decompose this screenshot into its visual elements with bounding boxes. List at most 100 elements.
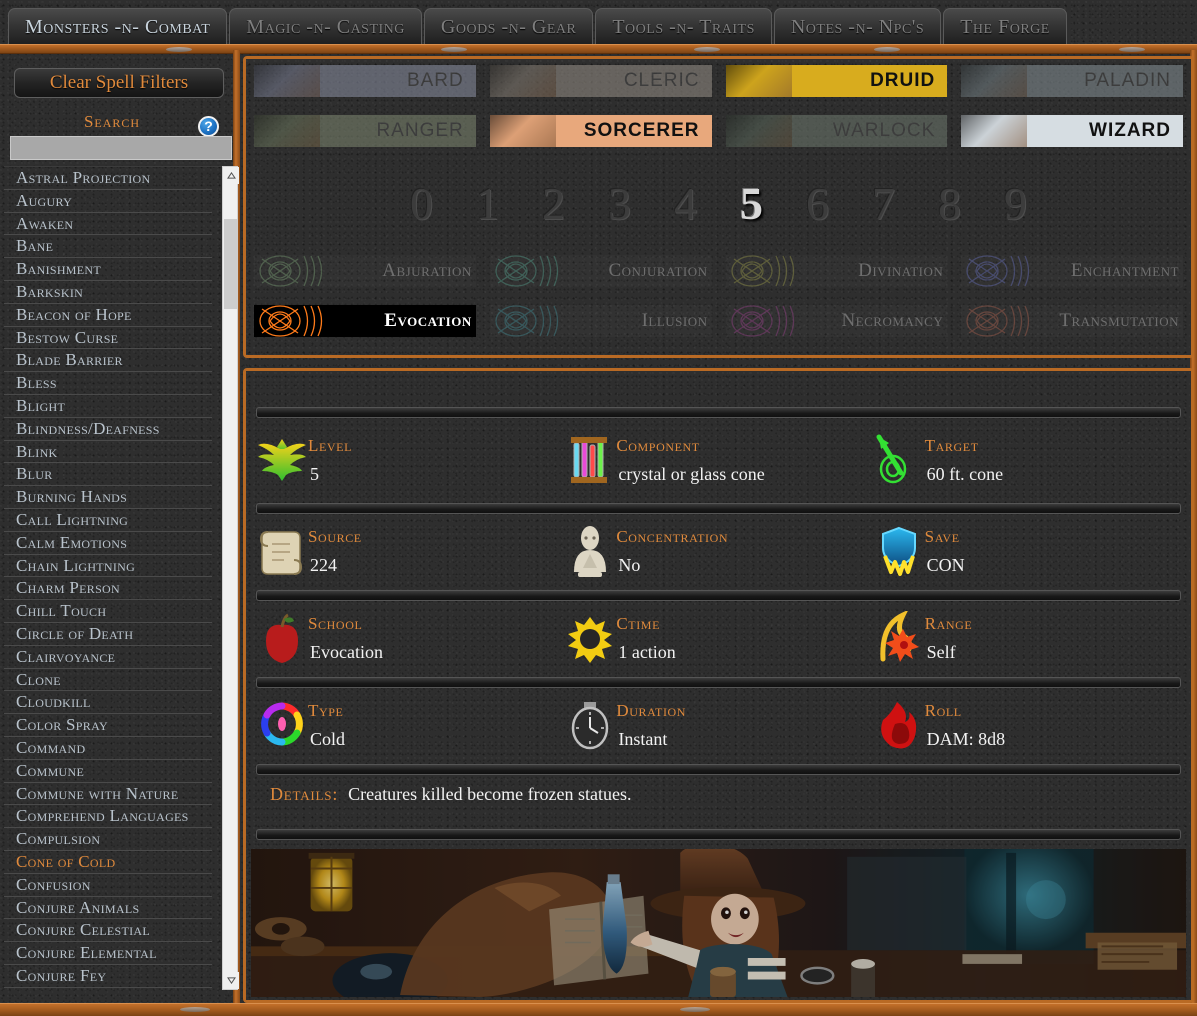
- spell-level-filter-1[interactable]: 1: [473, 177, 503, 230]
- spell-list-item[interactable]: Command: [4, 737, 212, 760]
- spell-list-item[interactable]: Comprehend Languages: [4, 805, 212, 829]
- spell-list-item[interactable]: Barkskin: [4, 281, 212, 304]
- spell-list-item[interactable]: Circle of Death: [4, 623, 212, 646]
- spell-list-item[interactable]: Conjure Celestial: [4, 919, 212, 943]
- divider: [256, 677, 1181, 688]
- tab-the-forge[interactable]: The Forge: [943, 8, 1067, 46]
- class-filter-bard[interactable]: BARD: [254, 65, 476, 97]
- school-filter-evocation[interactable]: Evocation: [254, 305, 476, 337]
- spell-list-item[interactable]: Charm Person: [4, 577, 212, 601]
- clear-spell-filters-button[interactable]: Clear Spell Filters: [14, 68, 224, 98]
- school-filter-label: Necromancy: [841, 310, 944, 331]
- class-filter-row-2: RANGER SORCERER WARLOCK WIZARD: [254, 115, 1183, 147]
- spell-list: Astral Projection Augury Awaken Bane Banishm…: [4, 167, 212, 988]
- school-filter-illusion[interactable]: Illusion: [490, 305, 712, 337]
- question-mark-icon[interactable]: ?: [198, 116, 219, 137]
- attribute-label: Duration: [616, 701, 687, 720]
- class-filter-wizard[interactable]: WIZARD: [961, 115, 1183, 147]
- spell-list-item[interactable]: Astral Projection: [4, 167, 212, 190]
- school-filter-transmutation[interactable]: Transmutation: [961, 305, 1183, 337]
- spell-level-filter-2[interactable]: 2: [539, 177, 569, 230]
- spell-level-filter-5[interactable]: 5: [737, 177, 767, 230]
- spell-list-item[interactable]: Blindness/Deafness: [4, 418, 212, 441]
- scrollbar-thumb[interactable]: [224, 219, 238, 309]
- spell-list-item[interactable]: Burning Hands: [4, 486, 212, 509]
- spell-list-item[interactable]: Commune: [4, 760, 212, 783]
- divider: [256, 829, 1181, 840]
- tab-magic-n-casting[interactable]: Magic -n- Casting: [229, 8, 422, 46]
- school-filter-conjuration[interactable]: Conjuration: [490, 255, 712, 287]
- scroll-up-arrow-icon[interactable]: [223, 167, 239, 184]
- rail-rivet: [180, 1007, 210, 1012]
- tab-goods-n-gear[interactable]: Goods -n- Gear: [423, 8, 594, 46]
- spell-list-item[interactable]: Conjure Elemental: [4, 942, 212, 965]
- class-filter-row-1: BARD CLERIC DRUID PALADIN: [254, 65, 1183, 97]
- spell-list-item[interactable]: Cloudkill: [4, 691, 212, 715]
- class-filter-warlock[interactable]: WARLOCK: [725, 115, 948, 147]
- spell-level-filter-0[interactable]: 0: [407, 177, 437, 230]
- spell-list-item[interactable]: Call Lightning: [4, 509, 212, 532]
- spell-level-filter-3[interactable]: 3: [605, 177, 635, 230]
- school-sigil-icon: [254, 255, 326, 287]
- spell-list-item[interactable]: Compulsion: [4, 828, 212, 851]
- school-filter-label: Enchantment: [1070, 260, 1179, 281]
- spell-list-item[interactable]: Bane: [4, 235, 212, 259]
- spell-list-item[interactable]: Conjure Animals: [4, 897, 212, 920]
- spell-list-item[interactable]: Augury: [4, 190, 212, 213]
- spell-level-filter-7[interactable]: 7: [869, 177, 899, 230]
- class-filter-ranger[interactable]: RANGER: [254, 115, 476, 147]
- rail-rivet: [441, 47, 467, 52]
- attribute-label: Type: [308, 701, 344, 720]
- tab-notes-n-npc-s[interactable]: Notes -n- Npc's: [773, 8, 942, 46]
- spell-level-filter-9[interactable]: 9: [1001, 177, 1031, 230]
- spell-list-item[interactable]: Confusion: [4, 874, 212, 897]
- spell-list-item[interactable]: Awaken: [4, 213, 212, 236]
- spell-list-item[interactable]: Calm Emotions: [4, 532, 212, 555]
- spell-list-item[interactable]: Conjure Fey: [4, 965, 212, 988]
- spell-list-item[interactable]: Cone of Cold: [4, 851, 212, 874]
- attribute-row: School Evocation Ctime 1 action Range Self: [256, 601, 1181, 677]
- search-input[interactable]: [10, 136, 232, 160]
- school-filter-enchantment[interactable]: Enchantment: [961, 255, 1183, 287]
- dart-target-icon: [873, 433, 925, 489]
- attribute-roll: Roll DAM: 8d8: [873, 688, 1181, 764]
- tab-monsters-n-combat[interactable]: Monsters -n- Combat: [8, 8, 228, 46]
- spell-list-item[interactable]: Clone: [4, 669, 212, 692]
- spell-level-filter-8[interactable]: 8: [935, 177, 965, 230]
- class-filter-label: WARLOCK: [832, 120, 936, 141]
- spell-list-item[interactable]: Banishment: [4, 258, 212, 281]
- school-filter-necromancy[interactable]: Necromancy: [726, 305, 948, 337]
- class-filter-cleric[interactable]: CLERIC: [489, 65, 712, 97]
- attribute-label: Level: [308, 436, 353, 455]
- spell-list-item[interactable]: Blade Barrier: [4, 349, 212, 373]
- spell-level-filter-4[interactable]: 4: [671, 177, 701, 230]
- class-filter-sorcerer[interactable]: SORCERER: [489, 115, 712, 147]
- spell-list-item[interactable]: Blight: [4, 395, 212, 418]
- spell-level-filter-6[interactable]: 6: [803, 177, 833, 230]
- spell-list-scroll-area[interactable]: Astral Projection Augury Awaken Bane Banishm…: [4, 166, 228, 990]
- spell-list-item[interactable]: Bless: [4, 372, 212, 395]
- spell-list-item[interactable]: Clairvoyance: [4, 646, 212, 669]
- spell-list-scrollbar[interactable]: [222, 166, 239, 990]
- spell-list-item[interactable]: Blink: [4, 441, 212, 464]
- tab-list: Monsters -n- Combat Magic -n- Casting Good…: [8, 8, 1067, 46]
- class-filter-paladin[interactable]: PALADIN: [961, 65, 1183, 97]
- class-portrait-thumbnail: [254, 65, 320, 97]
- spell-list-item[interactable]: Commune with Nature: [4, 783, 212, 806]
- spell-list-item[interactable]: Chain Lightning: [4, 555, 212, 578]
- school-sigil-icon: [254, 305, 326, 337]
- school-filter-divination[interactable]: Divination: [726, 255, 948, 287]
- spell-list-item[interactable]: Bestow Curse: [4, 327, 212, 350]
- spell-list-item[interactable]: Color Spray: [4, 714, 212, 737]
- attribute-label: Target: [924, 436, 979, 455]
- tab-tools-n-traits[interactable]: Tools -n- Traits: [595, 8, 772, 46]
- scroll-down-arrow-icon[interactable]: [223, 972, 239, 989]
- spell-list-item[interactable]: Chill Touch: [4, 600, 212, 623]
- spell-list-item[interactable]: Blur: [4, 463, 212, 487]
- school-filter-label: Conjuration: [608, 260, 708, 281]
- flame-burst-icon: [873, 609, 925, 667]
- school-filter-abjuration[interactable]: Abjuration: [254, 255, 476, 287]
- spell-list-item[interactable]: Beacon of Hope: [4, 304, 212, 327]
- class-filter-druid[interactable]: DRUID: [725, 65, 948, 97]
- tab-bar: Monsters -n- Combat Magic -n- Casting Good…: [0, 0, 1197, 50]
